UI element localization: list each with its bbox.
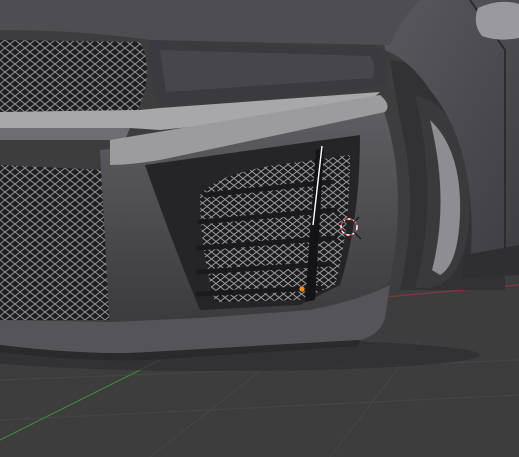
viewport-canvas[interactable] xyxy=(0,0,519,457)
side-mirror[interactable] xyxy=(475,1,519,40)
3d-viewport[interactable] xyxy=(0,0,519,457)
hood[interactable] xyxy=(0,0,420,45)
lower-grille[interactable] xyxy=(0,165,110,320)
chrome-strip-shadow xyxy=(0,128,130,140)
upper-grille[interactable] xyxy=(0,40,148,112)
y-axis-line xyxy=(0,359,161,441)
object-origin-point[interactable] xyxy=(299,286,305,292)
